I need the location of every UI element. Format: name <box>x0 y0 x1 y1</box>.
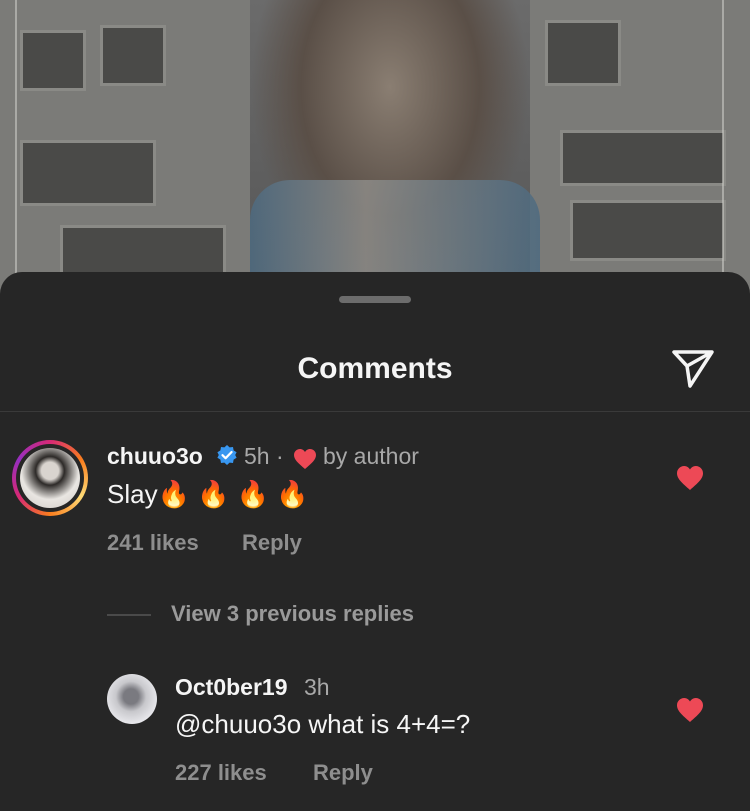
heart-icon <box>294 449 316 469</box>
sheet-title: Comments <box>297 352 453 385</box>
reply-reply-button[interactable]: Reply <box>313 760 373 786</box>
reply-text: @chuuo3o what is 4+4=? <box>175 709 471 739</box>
send-icon[interactable] <box>670 346 716 390</box>
comment-meta: 5h · <box>244 443 284 470</box>
reply-time: 3h <box>304 674 330 700</box>
view-previous-replies[interactable]: View 3 previous replies <box>171 601 414 627</box>
comment-reply-button[interactable]: Reply <box>242 530 302 556</box>
comment-time: 5h <box>244 443 270 469</box>
reply-username[interactable]: Oct0ber19 <box>175 674 288 701</box>
post-photo-background <box>0 0 750 300</box>
verified-badge-icon <box>217 445 237 465</box>
comment-likes[interactable]: 241 likes <box>107 530 199 556</box>
replies-divider-line <box>107 614 151 616</box>
reply-likes[interactable]: 227 likes <box>175 760 267 786</box>
reply-avatar[interactable] <box>107 674 157 724</box>
sheet-grabber[interactable] <box>339 296 411 303</box>
meta-separator: · <box>275 443 284 469</box>
comment-text: Slay🔥 🔥 🔥 🔥 <box>107 479 309 509</box>
comment-avatar[interactable] <box>12 440 88 516</box>
like-heart-icon[interactable] <box>676 697 704 723</box>
comments-sheet: Comments chuuo3o 5h · by author Slay🔥 🔥 … <box>0 272 750 811</box>
like-heart-icon[interactable] <box>676 465 704 491</box>
liked-by-author-label: by author <box>323 443 419 469</box>
header-divider <box>0 411 750 412</box>
comment-username[interactable]: chuuo3o <box>107 443 203 470</box>
